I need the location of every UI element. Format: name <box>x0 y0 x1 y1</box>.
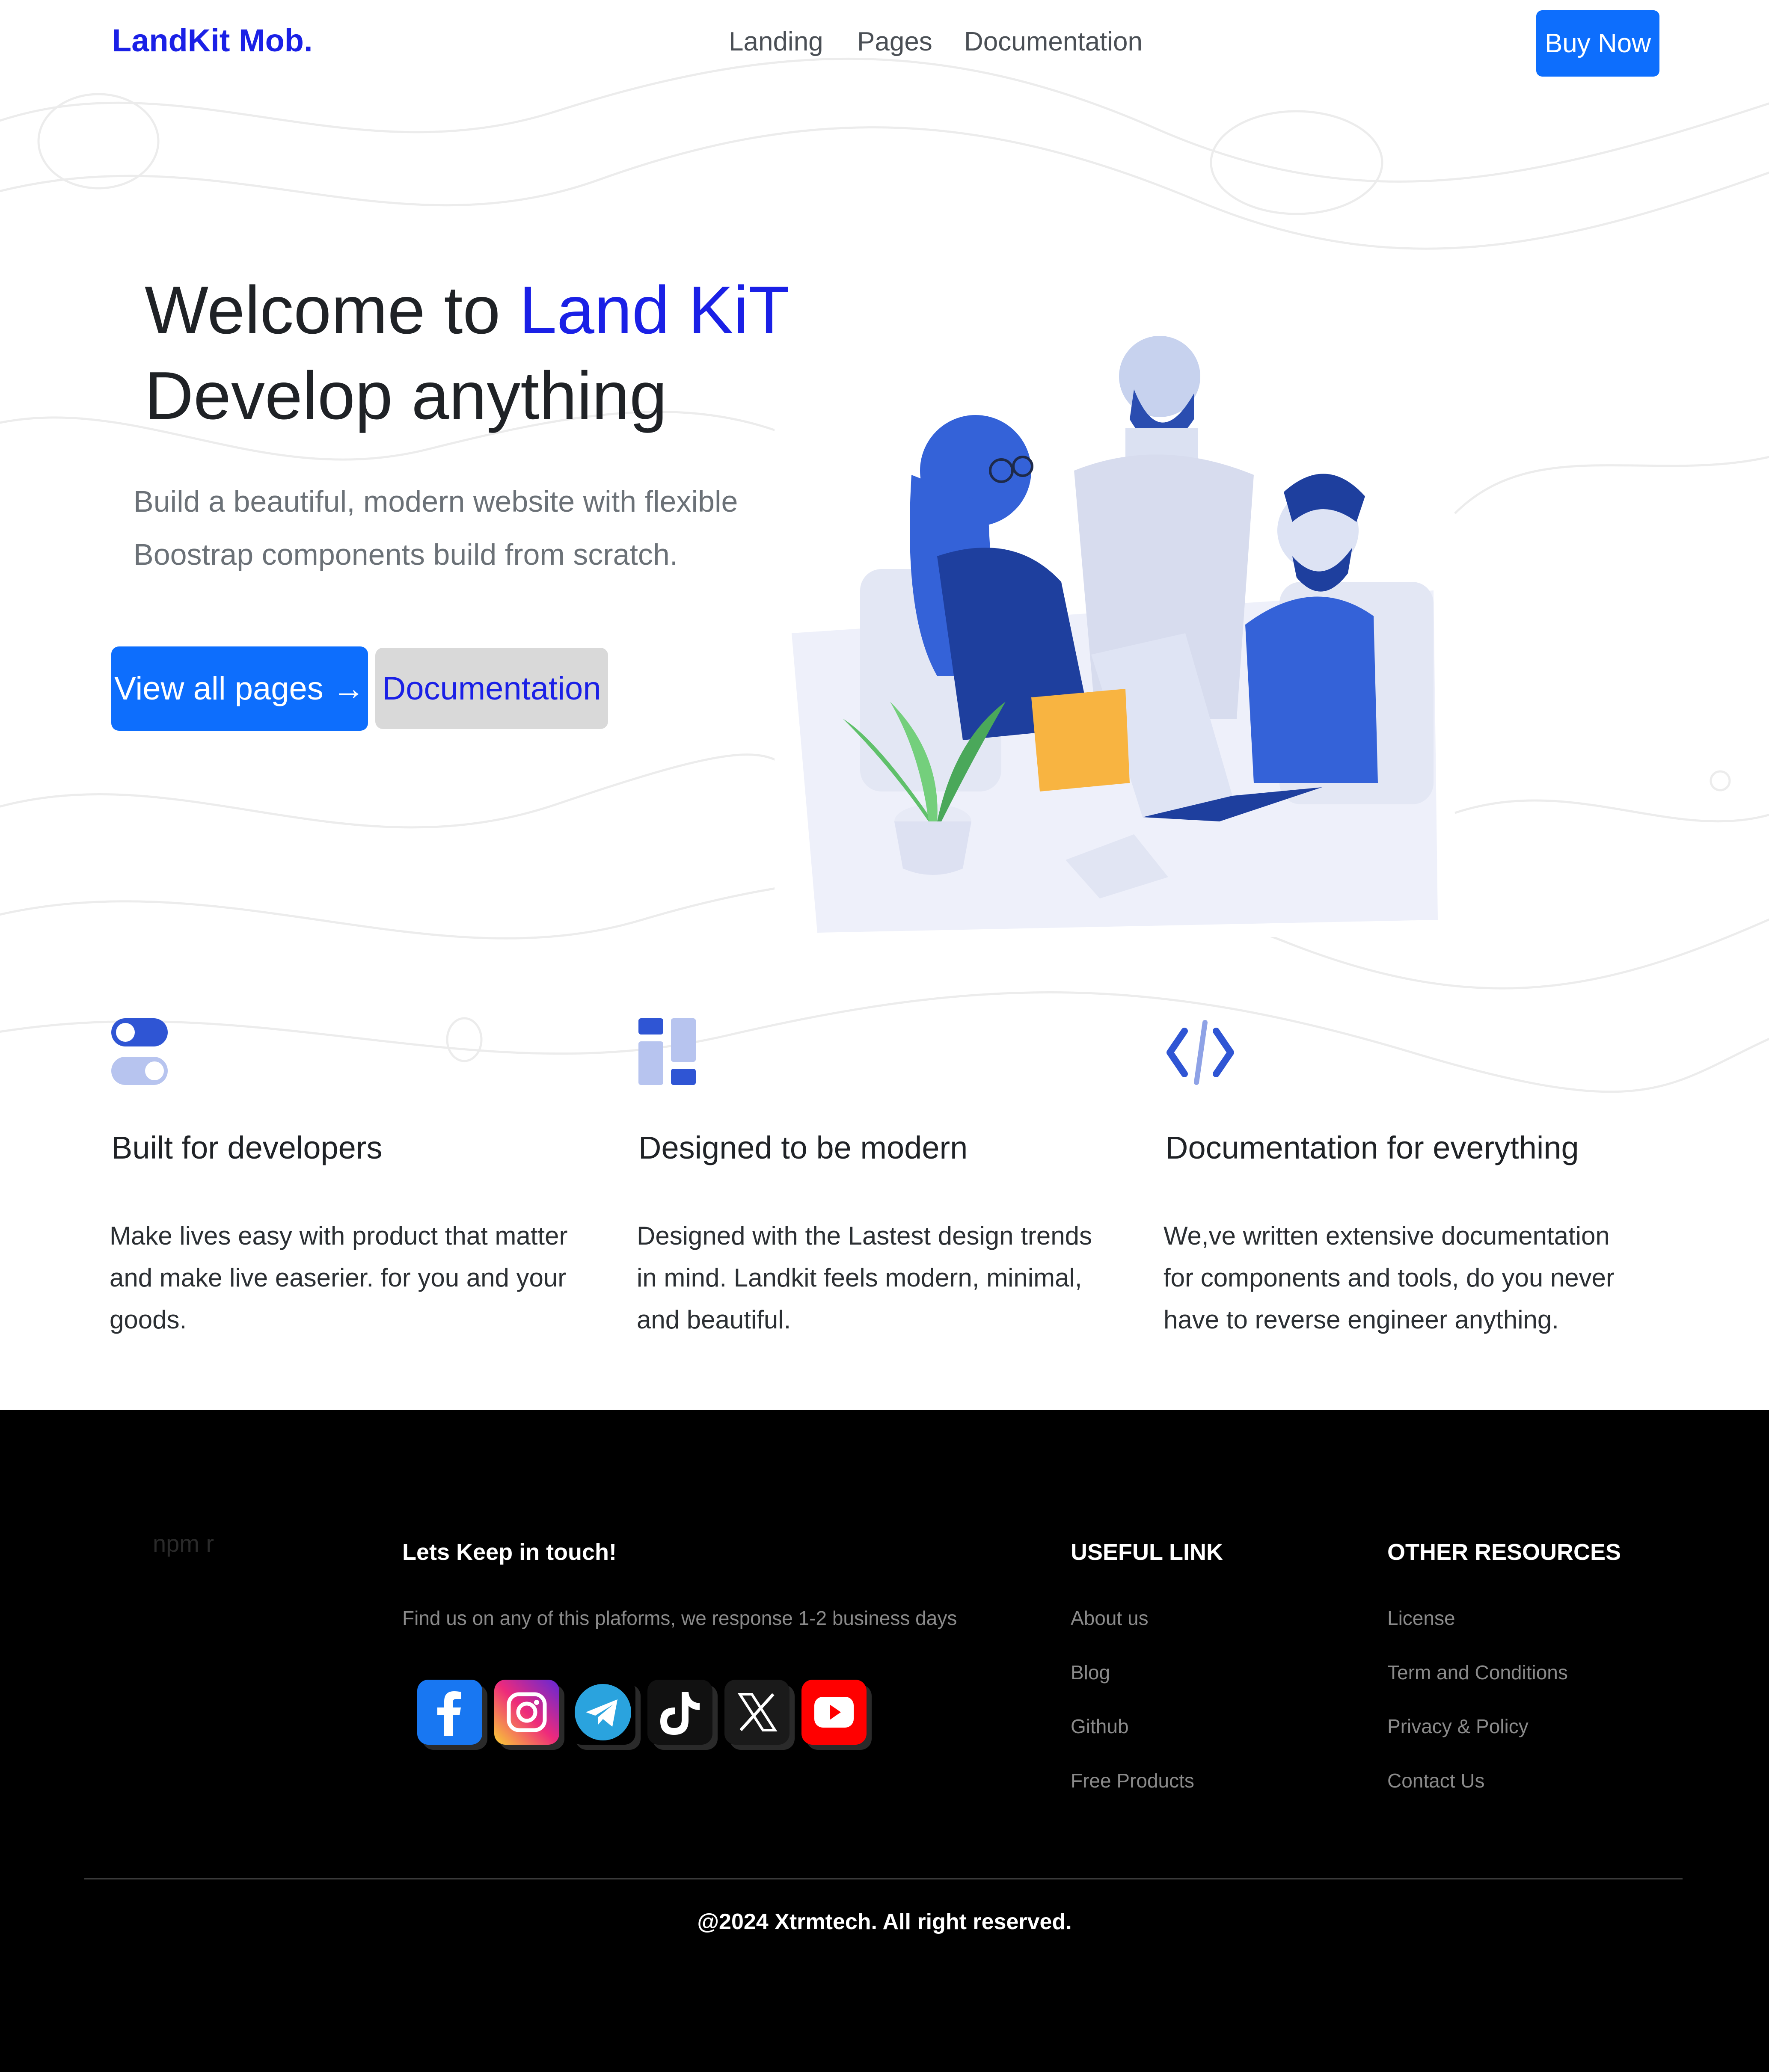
feature-text-developers: Make lives easy with product that matter… <box>110 1221 568 1334</box>
buy-now-button[interactable]: Buy Now <box>1536 10 1659 77</box>
code-icon <box>1166 1020 1234 1085</box>
youtube-icon[interactable] <box>801 1680 867 1745</box>
link-terms[interactable]: Term and Conditions <box>1387 1661 1568 1684</box>
footer-divider <box>84 1878 1683 1879</box>
hero-title-prefix: Welcome to <box>145 273 519 348</box>
contact-heading: Lets Keep in touch! <box>402 1539 617 1565</box>
nav-landing[interactable]: Landing <box>729 27 823 57</box>
nav-documentation[interactable]: Documentation <box>964 27 1143 57</box>
link-contact-us[interactable]: Contact Us <box>1387 1769 1485 1792</box>
copyright: @2024 Xtrmtech. All right reserved. <box>697 1909 1072 1934</box>
link-blog[interactable]: Blog <box>1071 1661 1110 1684</box>
x-icon[interactable] <box>724 1680 790 1745</box>
feature-text-modern: Designed with the Lastest design trends … <box>637 1221 1092 1334</box>
tiktok-icon[interactable] <box>647 1680 712 1745</box>
link-license[interactable]: License <box>1387 1607 1455 1630</box>
hero-title: Welcome to Land KiT. Develop anything <box>145 267 801 439</box>
hero-title-line1: Welcome to Land KiT. <box>145 267 801 353</box>
feature-title-documentation: Documentation for everything <box>1165 1130 1579 1165</box>
feature-title-modern: Designed to be modern <box>638 1130 968 1165</box>
contact-text: Find us on any of this plaforms, we resp… <box>402 1607 957 1629</box>
feature-title-developers: Built for developers <box>111 1130 383 1165</box>
hero-subtitle-line1: Build a beautiful, modern website with f… <box>134 485 738 518</box>
team-illustration <box>775 304 1442 937</box>
facebook-icon[interactable] <box>417 1680 482 1745</box>
feature-text-documentation: We,ve written extensive documentation fo… <box>1164 1221 1615 1334</box>
link-github[interactable]: Github <box>1071 1715 1129 1738</box>
npm-text: npm r <box>153 1530 214 1557</box>
view-all-pages-button[interactable]: View all pages → <box>111 646 368 731</box>
telegram-icon[interactable] <box>570 1680 635 1745</box>
link-about-us[interactable]: About us <box>1071 1607 1149 1630</box>
hero-title-line2: Develop anything <box>145 358 667 433</box>
documentation-button[interactable]: Documentation <box>375 648 608 729</box>
hero-subtitle-line2: Boostrap components build from scratch. <box>134 538 678 571</box>
hero-subtitle: Build a beautiful, modern website with f… <box>134 475 775 581</box>
instagram-icon[interactable] <box>494 1680 559 1745</box>
link-free-products[interactable]: Free Products <box>1071 1769 1194 1792</box>
link-privacy[interactable]: Privacy & Policy <box>1387 1715 1529 1738</box>
layout-grid-icon <box>638 1018 696 1085</box>
footer <box>0 1410 1769 2072</box>
other-resources-heading: OTHER RESOURCES <box>1387 1539 1621 1565</box>
toggle-icon <box>111 1018 168 1085</box>
nav-pages[interactable]: Pages <box>857 27 932 57</box>
brand-logo[interactable]: LandKit Mob. <box>112 22 313 59</box>
useful-link-heading: USEFUL LINK <box>1071 1539 1223 1565</box>
